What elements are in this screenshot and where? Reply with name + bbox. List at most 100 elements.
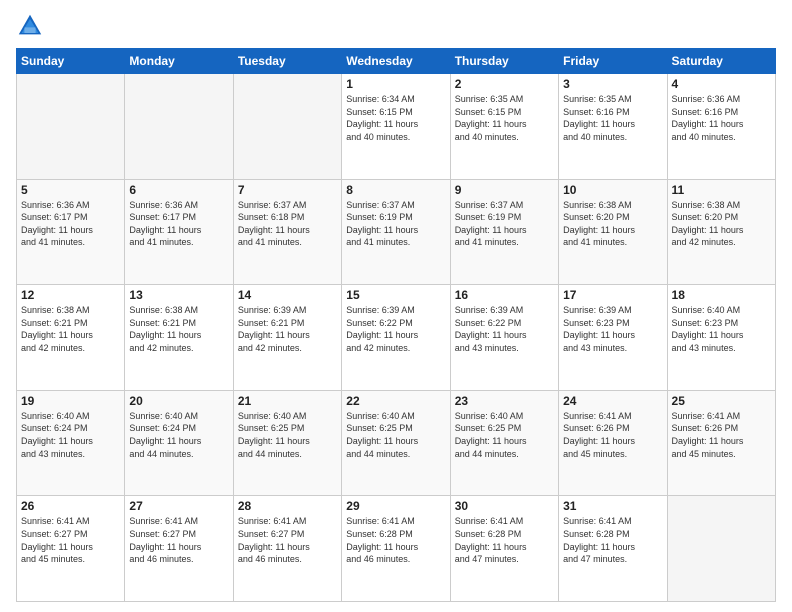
calendar-cell: 4 Sunrise: 6:36 AM Sunset: 6:16 PM Daylig… — [667, 74, 775, 180]
calendar-cell: 25Sunrise: 6:41 AM Sunset: 6:26 PM Dayli… — [667, 390, 775, 496]
day-info: Sunrise: 6:41 AM Sunset: 6:27 PM Dayligh… — [21, 515, 120, 565]
day-info: Sunrise: 6:36 AM Sunset: 6:17 PM Dayligh… — [129, 199, 228, 249]
day-number: 11 — [672, 183, 771, 197]
calendar-cell: 19 Sunrise: 6:40 AM Sunset: 6:24 PM Dayli… — [17, 390, 125, 496]
day-info: Sunrise: 6:41 AM Sunset: 6:28 PM Dayligh… — [346, 515, 445, 565]
calendar-cell: 17 Sunrise: 6:39 AM Sunset: 6:23 PM Dayli… — [559, 285, 667, 391]
day-info: Sunrise: 6:40 AM Sunset: 6:25 PM Dayligh… — [346, 410, 445, 460]
calendar-cell: 1 Sunrise: 6:34 AM Sunset: 6:15 PM Daylig… — [342, 74, 450, 180]
day-number: 10 — [563, 183, 662, 197]
calendar-cell: 5 Sunrise: 6:36 AM Sunset: 6:17 PM Daylig… — [17, 179, 125, 285]
logo-area — [16, 12, 48, 40]
day-number: 17 — [563, 288, 662, 302]
day-info: Sunrise: 6:41 AM Sunset: 6:26 PM Dayligh… — [563, 410, 662, 460]
day-info: Sunrise: 6:35 AM Sunset: 6:16 PM Dayligh… — [563, 93, 662, 143]
day-number: 29 — [346, 499, 445, 513]
day-number: 5 — [21, 183, 120, 197]
page: SundayMondayTuesdayWednesdayThursdayFrid… — [0, 0, 792, 612]
calendar-cell: 31 Sunrise: 6:41 AM Sunset: 6:28 PM Dayli… — [559, 496, 667, 602]
calendar-cell: 18 Sunrise: 6:40 AM Sunset: 6:23 PM Dayli… — [667, 285, 775, 391]
calendar-cell: 13 Sunrise: 6:38 AM Sunset: 6:21 PM Dayli… — [125, 285, 233, 391]
day-info: Sunrise: 6:40 AM Sunset: 6:25 PM Dayligh… — [238, 410, 337, 460]
day-info: Sunrise: 6:37 AM Sunset: 6:18 PM Dayligh… — [238, 199, 337, 249]
calendar-cell: 27 Sunrise: 6:41 AM Sunset: 6:27 PM Dayli… — [125, 496, 233, 602]
calendar-header-friday: Friday — [559, 49, 667, 74]
day-number: 24 — [563, 394, 662, 408]
day-number: 13 — [129, 288, 228, 302]
day-number: 20 — [129, 394, 228, 408]
calendar-header-monday: Monday — [125, 49, 233, 74]
day-info: Sunrise: 6:40 AM Sunset: 6:25 PM Dayligh… — [455, 410, 554, 460]
calendar-table: SundayMondayTuesdayWednesdayThursdayFrid… — [16, 48, 776, 602]
calendar-header-thursday: Thursday — [450, 49, 558, 74]
day-number: 9 — [455, 183, 554, 197]
calendar-week-1: 1 Sunrise: 6:34 AM Sunset: 6:15 PM Daylig… — [17, 74, 776, 180]
day-info: Sunrise: 6:38 AM Sunset: 6:21 PM Dayligh… — [21, 304, 120, 354]
calendar-cell: 24 Sunrise: 6:41 AM Sunset: 6:26 PM Dayli… — [559, 390, 667, 496]
day-number: 23 — [455, 394, 554, 408]
day-number: 30 — [455, 499, 554, 513]
day-number: 28 — [238, 499, 337, 513]
calendar-cell: 6 Sunrise: 6:36 AM Sunset: 6:17 PM Daylig… — [125, 179, 233, 285]
calendar-cell: 3 Sunrise: 6:35 AM Sunset: 6:16 PM Daylig… — [559, 74, 667, 180]
calendar-cell: 15 Sunrise: 6:39 AM Sunset: 6:22 PM Dayli… — [342, 285, 450, 391]
calendar-header-sunday: Sunday — [17, 49, 125, 74]
calendar-cell: 30 Sunrise: 6:41 AM Sunset: 6:28 PM Dayli… — [450, 496, 558, 602]
day-info: Sunrise: 6:40 AM Sunset: 6:24 PM Dayligh… — [21, 410, 120, 460]
calendar-week-2: 5 Sunrise: 6:36 AM Sunset: 6:17 PM Daylig… — [17, 179, 776, 285]
day-number: 26 — [21, 499, 120, 513]
day-number: 19 — [21, 394, 120, 408]
day-number: 3 — [563, 77, 662, 91]
day-info: Sunrise: 6:41 AM Sunset: 6:27 PM Dayligh… — [129, 515, 228, 565]
calendar-cell: 16Sunrise: 6:39 AM Sunset: 6:22 PM Dayli… — [450, 285, 558, 391]
calendar-cell — [17, 74, 125, 180]
day-number: 18 — [672, 288, 771, 302]
calendar-cell: 20Sunrise: 6:40 AM Sunset: 6:24 PM Dayli… — [125, 390, 233, 496]
day-number: 31 — [563, 499, 662, 513]
calendar-header-row: SundayMondayTuesdayWednesdayThursdayFrid… — [17, 49, 776, 74]
day-number: 1 — [346, 77, 445, 91]
header — [16, 12, 776, 40]
day-info: Sunrise: 6:41 AM Sunset: 6:28 PM Dayligh… — [563, 515, 662, 565]
day-number: 22 — [346, 394, 445, 408]
day-number: 27 — [129, 499, 228, 513]
day-info: Sunrise: 6:36 AM Sunset: 6:17 PM Dayligh… — [21, 199, 120, 249]
day-info: Sunrise: 6:39 AM Sunset: 6:22 PM Dayligh… — [346, 304, 445, 354]
calendar-cell — [233, 74, 341, 180]
logo-icon — [16, 12, 44, 40]
day-info: Sunrise: 6:40 AM Sunset: 6:23 PM Dayligh… — [672, 304, 771, 354]
calendar-cell: 7 Sunrise: 6:37 AM Sunset: 6:18 PM Daylig… — [233, 179, 341, 285]
calendar-cell: 21 Sunrise: 6:40 AM Sunset: 6:25 PM Dayli… — [233, 390, 341, 496]
day-number: 2 — [455, 77, 554, 91]
day-number: 15 — [346, 288, 445, 302]
calendar-header-saturday: Saturday — [667, 49, 775, 74]
day-info: Sunrise: 6:37 AM Sunset: 6:19 PM Dayligh… — [346, 199, 445, 249]
calendar-cell: 28 Sunrise: 6:41 AM Sunset: 6:27 PM Dayli… — [233, 496, 341, 602]
day-number: 21 — [238, 394, 337, 408]
calendar-cell: 2 Sunrise: 6:35 AM Sunset: 6:15 PM Daylig… — [450, 74, 558, 180]
calendar-header-wednesday: Wednesday — [342, 49, 450, 74]
day-number: 7 — [238, 183, 337, 197]
calendar-cell: 12Sunrise: 6:38 AM Sunset: 6:21 PM Dayli… — [17, 285, 125, 391]
day-info: Sunrise: 6:34 AM Sunset: 6:15 PM Dayligh… — [346, 93, 445, 143]
day-number: 4 — [672, 77, 771, 91]
calendar-cell: 14Sunrise: 6:39 AM Sunset: 6:21 PM Dayli… — [233, 285, 341, 391]
day-number: 25 — [672, 394, 771, 408]
day-info: Sunrise: 6:37 AM Sunset: 6:19 PM Dayligh… — [455, 199, 554, 249]
calendar-cell: 29 Sunrise: 6:41 AM Sunset: 6:28 PM Dayli… — [342, 496, 450, 602]
day-info: Sunrise: 6:39 AM Sunset: 6:21 PM Dayligh… — [238, 304, 337, 354]
day-number: 6 — [129, 183, 228, 197]
day-info: Sunrise: 6:41 AM Sunset: 6:28 PM Dayligh… — [455, 515, 554, 565]
calendar-cell: 8Sunrise: 6:37 AM Sunset: 6:19 PM Daylig… — [342, 179, 450, 285]
day-info: Sunrise: 6:35 AM Sunset: 6:15 PM Dayligh… — [455, 93, 554, 143]
calendar-cell: 9 Sunrise: 6:37 AM Sunset: 6:19 PM Daylig… — [450, 179, 558, 285]
calendar-week-4: 19 Sunrise: 6:40 AM Sunset: 6:24 PM Dayli… — [17, 390, 776, 496]
day-info: Sunrise: 6:38 AM Sunset: 6:21 PM Dayligh… — [129, 304, 228, 354]
calendar-cell: 26 Sunrise: 6:41 AM Sunset: 6:27 PM Dayli… — [17, 496, 125, 602]
day-info: Sunrise: 6:36 AM Sunset: 6:16 PM Dayligh… — [672, 93, 771, 143]
day-info: Sunrise: 6:41 AM Sunset: 6:27 PM Dayligh… — [238, 515, 337, 565]
calendar-cell: 23 Sunrise: 6:40 AM Sunset: 6:25 PM Dayli… — [450, 390, 558, 496]
day-info: Sunrise: 6:38 AM Sunset: 6:20 PM Dayligh… — [672, 199, 771, 249]
calendar-cell: 10Sunrise: 6:38 AM Sunset: 6:20 PM Dayli… — [559, 179, 667, 285]
day-info: Sunrise: 6:39 AM Sunset: 6:23 PM Dayligh… — [563, 304, 662, 354]
